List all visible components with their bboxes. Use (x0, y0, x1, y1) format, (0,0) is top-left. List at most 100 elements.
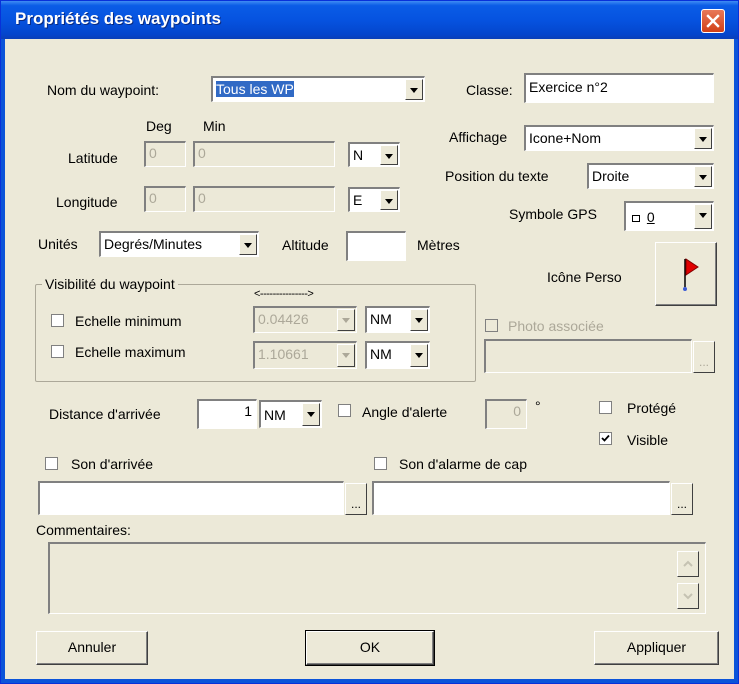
waypoint-name-label: Nom du waypoint: (47, 82, 160, 98)
photo-browse-button[interactable]: ... (693, 341, 715, 373)
dialog-window: Propriétés des waypoints Nom du waypoint… (0, 0, 739, 684)
chevron-down-icon[interactable] (694, 204, 712, 229)
symbole-gps-label: Symbole GPS (509, 206, 597, 222)
angle-checkbox[interactable] (338, 404, 351, 417)
chevron-down-icon[interactable] (380, 145, 398, 165)
ok-button[interactable]: OK (305, 630, 435, 666)
chevron-down-icon[interactable] (410, 309, 428, 331)
distance-unit-value: NM (264, 407, 286, 423)
chevron-down-icon (683, 593, 693, 600)
chevron-down-icon[interactable] (380, 190, 398, 210)
affichage-label: Affichage (449, 129, 508, 145)
protege-label: Protégé (627, 400, 677, 416)
latitude-hemisphere-value: N (353, 147, 364, 163)
altitude-input[interactable] (346, 231, 406, 261)
altitude-unit: Mètres (417, 237, 460, 253)
icone-perso-button[interactable] (655, 242, 717, 306)
scroll-down-button[interactable] (677, 583, 699, 609)
son-arrivee-input[interactable] (38, 481, 344, 515)
dialog-client: Nom du waypoint: Tous les WP Classe: Exe… (5, 39, 734, 679)
unites-select[interactable]: Degrés/Minutes (99, 231, 259, 257)
symbole-gps-select[interactable]: 0 (624, 201, 714, 231)
son-arrivee-label: Son d'arrivée (71, 456, 154, 472)
affichage-value: Icone+Nom (529, 130, 601, 146)
angle-label: Angle d'alerte (362, 404, 448, 420)
echelle-max-value: 1.10661 (258, 346, 309, 362)
visibilite-group-label: Visibilité du waypoint (42, 275, 178, 293)
deg-header: Deg (146, 118, 172, 134)
unites-value: Degrés/Minutes (104, 236, 203, 252)
unites-label: Unités (38, 236, 78, 252)
photo-checkbox[interactable] (485, 319, 498, 332)
chevron-down-icon[interactable] (302, 403, 320, 426)
echelle-max-select[interactable]: 1.10661 (253, 341, 357, 369)
echelle-max-label: Echelle maximum (75, 344, 186, 360)
waypoint-symbol-icon (632, 214, 640, 222)
visible-checkbox[interactable] (599, 432, 612, 445)
echelle-max-checkbox[interactable] (51, 345, 64, 358)
photo-label: Photo associée (508, 318, 604, 334)
symbole-gps-value: 0 (646, 209, 655, 225)
chevron-down-icon[interactable] (337, 344, 355, 367)
cancel-button[interactable]: Annuler (36, 631, 148, 665)
echelle-min-checkbox[interactable] (51, 314, 64, 327)
angle-unit: ° (535, 398, 541, 414)
son-arrivee-checkbox[interactable] (45, 457, 58, 470)
window-title: Propriétés des waypoints (15, 9, 221, 28)
title-bar[interactable]: Propriétés des waypoints (1, 1, 738, 39)
latitude-deg-input[interactable]: 0 (144, 141, 186, 167)
scale-range-arrow: <---------------> (254, 288, 314, 300)
angle-input[interactable]: 0 (485, 399, 527, 429)
echelle-max-unit-value: NM (370, 346, 392, 362)
chevron-down-icon[interactable] (405, 79, 423, 100)
chevron-down-icon[interactable] (337, 309, 355, 331)
son-alarme-browse-button[interactable]: ... (671, 483, 693, 515)
checkmark-icon (601, 434, 610, 442)
chevron-down-icon[interactable] (410, 344, 428, 367)
son-alarme-input[interactable] (372, 481, 670, 515)
position-texte-value: Droite (592, 168, 630, 184)
apply-button[interactable]: Appliquer (594, 631, 719, 665)
son-alarme-checkbox[interactable] (374, 457, 387, 470)
commentaires-textarea[interactable] (48, 542, 706, 614)
min-header: Min (203, 118, 226, 134)
longitude-min-input[interactable]: 0 (193, 186, 335, 212)
latitude-hemisphere-select[interactable]: N (348, 142, 400, 167)
son-arrivee-browse-button[interactable]: ... (345, 483, 367, 515)
altitude-label: Altitude (282, 237, 329, 253)
waypoint-name-combo[interactable]: Tous les WP (211, 76, 425, 102)
latitude-label: Latitude (68, 150, 118, 166)
longitude-label: Longitude (56, 194, 118, 210)
echelle-min-unit-select[interactable]: NM (365, 306, 430, 333)
longitude-deg-input[interactable]: 0 (144, 186, 186, 212)
waypoint-name-value: Tous les WP (216, 81, 294, 97)
affichage-select[interactable]: Icone+Nom (524, 125, 714, 151)
flag-icon (683, 258, 699, 291)
distance-input[interactable]: 1 (197, 399, 257, 429)
son-alarme-label: Son d'alarme de cap (399, 456, 527, 472)
position-texte-label: Position du texte (445, 168, 549, 184)
chevron-up-icon (683, 560, 693, 567)
latitude-min-input[interactable]: 0 (193, 141, 335, 167)
chevron-down-icon[interactable] (694, 166, 712, 187)
echelle-min-unit-value: NM (370, 311, 392, 327)
commentaires-label: Commentaires: (36, 522, 131, 538)
classe-input[interactable]: Exercice n°2 (524, 73, 714, 103)
echelle-min-value: 0.04426 (258, 311, 309, 327)
photo-path-input[interactable] (484, 339, 692, 373)
chevron-down-icon[interactable] (239, 234, 257, 255)
close-icon (706, 14, 720, 28)
chevron-down-icon[interactable] (694, 128, 712, 149)
longitude-hemisphere-select[interactable]: E (348, 187, 400, 212)
protege-checkbox[interactable] (599, 401, 612, 414)
position-texte-select[interactable]: Droite (587, 163, 714, 189)
longitude-hemisphere-value: E (353, 192, 363, 208)
close-button[interactable] (701, 9, 725, 33)
visible-label: Visible (627, 432, 668, 448)
distance-unit-select[interactable]: NM (259, 400, 322, 428)
classe-label: Classe: (466, 82, 513, 98)
echelle-max-unit-select[interactable]: NM (365, 341, 430, 369)
echelle-min-label: Echelle minimum (75, 313, 182, 329)
scroll-up-button[interactable] (677, 551, 699, 577)
echelle-min-select[interactable]: 0.04426 (253, 306, 357, 333)
